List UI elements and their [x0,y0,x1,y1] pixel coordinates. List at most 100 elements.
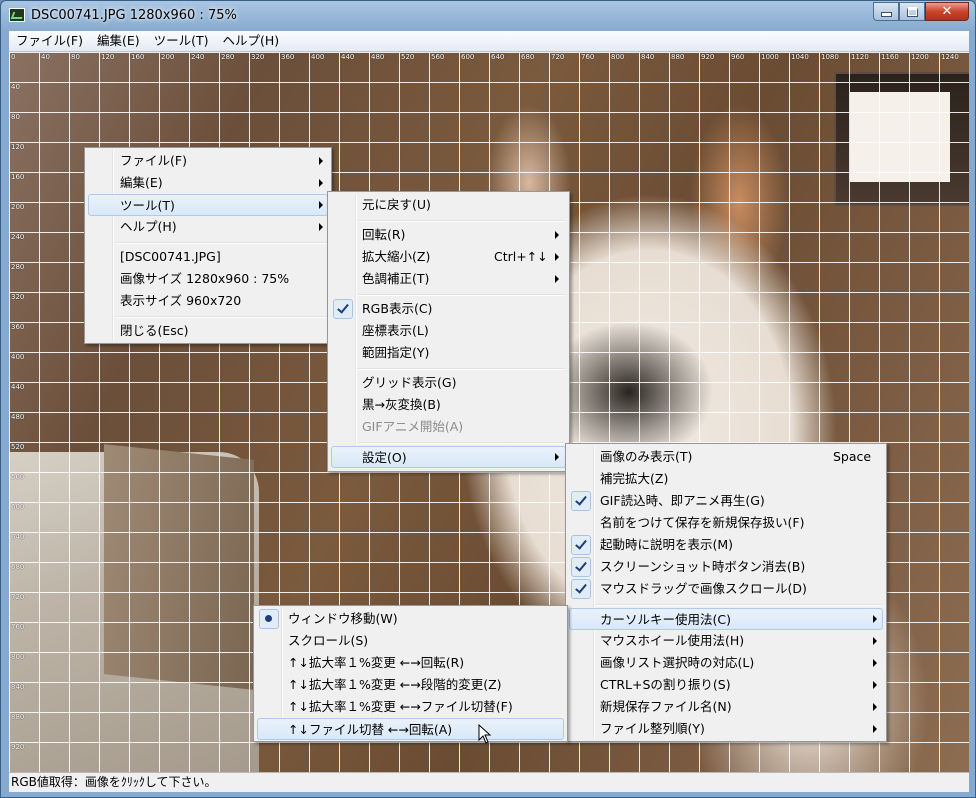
cursor-file-rotate[interactable]: ↑↓ファイル切替 ←→回転(A) [257,718,564,740]
ruler-y-label: 600 [11,503,25,511]
tools-zoom[interactable]: 拡大縮小(Z) Ctrl+↑↓ [331,246,566,268]
app-icon[interactable] [9,8,25,22]
ruler-x-label: 1240 [941,53,959,61]
ruler-x-label: 80 [71,53,80,61]
ruler-x-label: 320 [251,53,265,61]
ruler-x-label: 0 [11,53,16,61]
settings-image-only[interactable]: 画像のみ表示(T) Space [569,446,883,468]
minimize-button[interactable] [873,2,899,21]
ctx-help[interactable]: ヘルプ(H) [88,216,328,238]
ctx-file[interactable]: ファイル(F) [88,150,328,172]
ruler-x-label: 400 [311,53,325,61]
ruler-x-label: 1080 [821,53,839,61]
menubar-file[interactable]: ファイル(F) [9,31,90,51]
ruler-x-label: 360 [281,53,295,61]
ruler-x-label: 640 [491,53,505,61]
ruler-x-label: 200 [161,53,175,61]
background-box [104,444,254,690]
ruler-x-label: 600 [461,53,475,61]
submenu-arrow-icon [873,703,877,711]
separator [358,442,565,444]
ctx-close[interactable]: 閉じる(Esc) [88,320,328,342]
title-bar[interactable]: DSC00741.JPG 1280x960 : 75% ✕ [1,1,975,31]
check-icon [571,557,591,577]
ruler-x-label: 760 [581,53,595,61]
ruler-x-label: 120 [101,53,115,61]
ruler-x-label: 560 [431,53,445,61]
settings-screenshot[interactable]: スクリーンショット時ボタン消去(B) [569,556,883,578]
ruler-y-label: 640 [11,533,25,541]
ruler-x-label: 1160 [881,53,899,61]
background-photo-frame [834,72,969,206]
settings-interp[interactable]: 補完拡大(Z) [569,468,883,490]
ruler-x-label: 280 [221,53,235,61]
close-icon: ✕ [941,4,953,19]
cursor-window-move[interactable]: ウィンドウ移動(W) [257,608,564,630]
ruler-y-label: 160 [11,173,25,181]
check-icon [571,491,591,511]
ruler-x-label: 1200 [911,53,929,61]
radio-dot-icon [259,609,279,629]
submenu-arrow-icon [319,223,323,231]
ruler-y-label: 320 [11,293,25,301]
tools-gif-anim: GIFアニメ開始(A) [362,419,464,434]
ruler-x-label: 680 [521,53,535,61]
menubar-help[interactable]: ヘルプ(H) [216,31,287,51]
status-bar: RGB値取得：画像をｸﾘｯｸして下さい。 [9,772,969,792]
ruler-y-label: 480 [11,413,25,421]
separator [115,316,327,318]
ruler-y-label: 200 [11,203,25,211]
close-button[interactable]: ✕ [925,2,969,21]
ruler-x-label: 720 [551,53,565,61]
settings-wheel[interactable]: マウスホイール使用法(H) [569,630,883,652]
settings-drag-scroll[interactable]: マウスドラッグで画像スクロール(D) [569,578,883,600]
tools-undo[interactable]: 元に戻す(U) [331,194,566,216]
cursor-zoom-file[interactable]: ↑↓拡大率１%変更 ←→ファイル切替(F) [257,696,564,718]
menubar-edit[interactable]: 編集(E) [90,31,147,51]
tools-settings[interactable]: 設定(O) [331,446,566,468]
context-menu: ファイル(F) 編集(E) ツール(T) ヘルプ(H) [DSC00741.JP… [84,147,332,344]
tools-rgb[interactable]: RGB表示(C) [331,298,566,320]
ctx-tools[interactable]: ツール(T) [88,194,328,216]
ruler-x-label: 1000 [761,53,779,61]
ruler-y-label: 560 [11,473,25,481]
tools-gray[interactable]: 黒→灰変換(B) [331,394,566,416]
tools-grid[interactable]: グリッド表示(G) [331,372,566,394]
ruler-y-label: 800 [11,653,25,661]
submenu-arrow-icon [555,453,559,461]
ctx-edit[interactable]: 編集(E) [88,172,328,194]
settings-sort-order[interactable]: ファイル整列順(Y) [569,718,883,740]
settings-ctrl-s[interactable]: CTRL+Sの割り振り(S) [569,674,883,696]
settings-list-select[interactable]: 画像リスト選択時の対応(L) [569,652,883,674]
ruler-x-label: 880 [671,53,685,61]
ruler-y-label: 120 [11,143,25,151]
ruler-x-label: 800 [611,53,625,61]
tools-rotate[interactable]: 回転(R) [331,224,566,246]
separator [358,220,565,222]
cursor-zoom-rotate[interactable]: ↑↓拡大率１%変更 ←→回転(R) [257,652,564,674]
settings-new-filename[interactable]: 新規保存ファイル名(N) [569,696,883,718]
maximize-icon [906,6,918,17]
submenu-arrow-icon [873,681,877,689]
separator [115,242,327,244]
ruler-x-label: 440 [341,53,355,61]
window-title: DSC00741.JPG 1280x960 : 75% [31,8,237,23]
settings-startup-help[interactable]: 起動時に説明を表示(M) [569,534,883,556]
ctx-info-image-size: 画像サイズ 1280x960 : 75% [120,271,290,286]
settings-cursor-key[interactable]: カーソルキー使用法(C) [569,608,883,630]
settings-gif-anim[interactable]: GIF読込時、即アニメ再生(G) [569,490,883,512]
ruler-y-label: 760 [11,623,25,631]
ruler-y-label: 840 [11,683,25,691]
submenu-arrow-icon [873,659,877,667]
maximize-button[interactable] [899,2,925,21]
tools-color[interactable]: 色調補正(T) [331,268,566,290]
tools-coord[interactable]: 座標表示(L) [331,320,566,342]
ctx-info-display-size: 表示サイズ 960x720 [120,293,242,308]
menubar-tools[interactable]: ツール(T) [147,31,216,51]
ctx-info-filename: [DSC00741.JPG] [120,249,221,264]
settings-save-new[interactable]: 名前をつけて保存を新規保存扱い(F) [569,512,883,534]
separator [596,604,882,606]
cursor-scroll[interactable]: スクロール(S) [257,630,564,652]
cursor-zoom-step[interactable]: ↑↓拡大率１%変更 ←→段階的変更(Z) [257,674,564,696]
tools-range[interactable]: 範囲指定(Y) [331,342,566,364]
